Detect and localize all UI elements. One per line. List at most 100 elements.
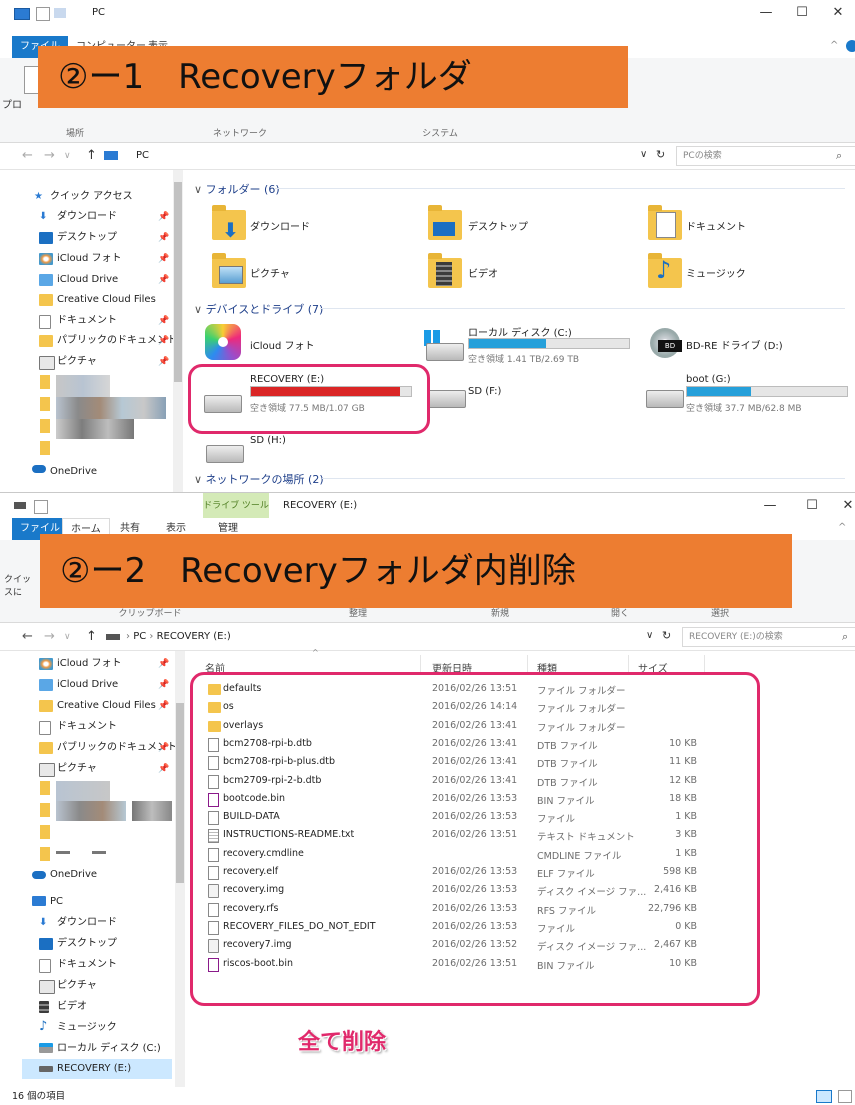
pin-icon: 📌: [158, 357, 170, 367]
address-path[interactable]: PC: [136, 150, 149, 161]
folder-icon: [39, 700, 53, 712]
pin-icon: 📌: [158, 316, 170, 326]
network-section-header[interactable]: ∨ ネットワークの場所 (2): [194, 471, 324, 487]
sd-drive-h-icon[interactable]: [206, 445, 244, 463]
back-arrow-icon[interactable]: ←: [22, 148, 33, 163]
details-view-icon[interactable]: [816, 1090, 832, 1103]
search-icon[interactable]: ⌕: [842, 630, 848, 644]
refresh-icon[interactable]: ↻: [656, 148, 665, 161]
delete-all-annotation: 全て削除: [298, 1030, 387, 1055]
forward-arrow-icon[interactable]: →: [44, 629, 55, 644]
close-button[interactable]: ✕: [820, 2, 855, 24]
back-arrow-icon[interactable]: ←: [22, 629, 33, 644]
help-icon[interactable]: [846, 40, 855, 52]
sidebar-item-icloud-drive[interactable]: iCloud Drive: [39, 676, 118, 694]
download-arrow-icon: ⬇: [39, 917, 48, 928]
sidebar-item-downloads[interactable]: ⬇ ダウンロード: [39, 208, 117, 226]
up-arrow-icon[interactable]: ↑: [86, 629, 97, 644]
sidebar-scrollbar[interactable]: [173, 170, 183, 492]
drive-c-name[interactable]: ローカル ディスク (C:): [468, 324, 572, 339]
chevron-up-icon[interactable]: ^: [830, 40, 838, 51]
sd-drive-icon[interactable]: [428, 390, 466, 408]
new-folder-icon[interactable]: [54, 8, 66, 18]
maximize-button[interactable]: ☐: [794, 495, 830, 517]
folder-videos[interactable]: ビデオ: [468, 265, 498, 280]
address-dropdown-icon[interactable]: ∨: [640, 149, 647, 160]
folder-icon: [39, 294, 53, 306]
address-dropdown-icon[interactable]: ∨: [646, 630, 653, 641]
breadcrumb-recovery[interactable]: RECOVERY (E:): [157, 631, 231, 642]
ribbon-properties-label: プロ: [2, 100, 22, 111]
minimize-button[interactable]: —: [752, 495, 788, 517]
pictures-icon: [39, 763, 55, 777]
sidebar-item-icloud-photos[interactable]: iCloud フォト: [39, 655, 122, 673]
sidebar-item-onedrive[interactable]: OneDrive: [32, 866, 97, 884]
sidebar-item-documents[interactable]: ドキュメント: [39, 718, 117, 736]
search-icon[interactable]: ⌕: [836, 149, 842, 163]
local-disk-icon[interactable]: [426, 343, 464, 361]
sidebar-item-music[interactable]: ♪ ミュージック: [39, 1019, 117, 1037]
breadcrumb-pc[interactable]: PC: [133, 631, 146, 642]
sidebar-item-creative-cloud[interactable]: Creative Cloud Files: [39, 291, 156, 309]
pin-icon: 📌: [158, 254, 170, 264]
sidebar-scrollbar[interactable]: [175, 651, 185, 1087]
sidebar-item-recovery[interactable]: RECOVERY (E:): [39, 1060, 131, 1078]
drive-h-name[interactable]: SD (H:): [250, 435, 286, 446]
address-bar: ← → ∨ ↑ › PC › RECOVERY (E:) ∨ ↻ RECOVER…: [0, 624, 855, 651]
sidebar-item-icloud-photos[interactable]: iCloud フォト: [39, 250, 122, 268]
drive-icloud-photos[interactable]: iCloud フォト: [250, 337, 315, 352]
drive-g-name[interactable]: boot (G:): [686, 374, 731, 385]
group-system: システム: [422, 129, 458, 139]
large-icons-view-icon[interactable]: [838, 1090, 852, 1103]
sidebar-item-creative-cloud[interactable]: Creative Cloud Files: [39, 697, 156, 715]
folder-icon: [39, 335, 53, 347]
sidebar-item-local-disk[interactable]: ローカル ディスク (C:): [39, 1040, 161, 1058]
sidebar-item-desktop[interactable]: デスクトップ: [39, 229, 117, 247]
folder-music[interactable]: ミュージック: [686, 265, 746, 280]
drive-f-name[interactable]: SD (F:): [468, 386, 501, 397]
ribbon-quick-access-label: クイッ スに: [4, 575, 32, 598]
folders-section-header[interactable]: ∨ フォルダー (6): [194, 181, 280, 197]
properties-icon[interactable]: [36, 7, 50, 21]
sidebar-item-videos[interactable]: ビデオ: [39, 998, 87, 1016]
search-input[interactable]: PCの検索: [676, 146, 855, 166]
pin-icon: 📌: [158, 701, 170, 711]
sidebar-item-pictures[interactable]: ピクチャ: [39, 760, 97, 778]
forward-arrow-icon[interactable]: →: [44, 148, 55, 163]
breadcrumb[interactable]: › PC › RECOVERY (E:): [126, 631, 231, 642]
sidebar-item-documents-pc[interactable]: ドキュメント: [39, 956, 117, 974]
close-button[interactable]: ✕: [830, 495, 855, 517]
drive-c-free: 空き領域 1.41 TB/2.69 TB: [468, 355, 580, 365]
folder-icon: [39, 742, 53, 754]
sidebar-item-quick-access[interactable]: ★ クイック アクセス: [34, 188, 133, 206]
sidebar-item-icloud-drive[interactable]: iCloud Drive: [39, 271, 118, 289]
folder-downloads[interactable]: ダウンロード: [250, 218, 310, 233]
recent-chevron-icon[interactable]: ∨: [64, 632, 71, 642]
properties-icon[interactable]: [34, 500, 48, 514]
sidebar-item-onedrive[interactable]: OneDrive: [32, 463, 97, 481]
documents-icon: [39, 721, 51, 735]
sidebar-item-pictures-pc[interactable]: ピクチャ: [39, 977, 97, 995]
desktop-icon: [39, 938, 53, 950]
up-arrow-icon[interactable]: ↑: [86, 148, 97, 163]
music-note-icon: ♪: [39, 1019, 48, 1034]
devices-section-header[interactable]: ∨ デバイスとドライブ (7): [194, 301, 323, 317]
navigation-pane: ★ クイック アクセス ⬇ ダウンロード デスクトップ iCloud フォト i…: [0, 170, 185, 492]
sidebar-item-pc[interactable]: PC: [32, 893, 63, 911]
maximize-button[interactable]: ☐: [784, 2, 820, 24]
sidebar-item-downloads[interactable]: ⬇ ダウンロード: [39, 914, 117, 932]
folder-pictures[interactable]: ピクチャ: [250, 265, 290, 280]
refresh-icon[interactable]: ↻: [662, 629, 671, 642]
sidebar-item-pictures[interactable]: ピクチャ: [39, 353, 97, 371]
drive-d-name[interactable]: BD-RE ドライブ (D:): [686, 337, 783, 352]
boot-drive-icon[interactable]: [646, 390, 684, 408]
folder-documents[interactable]: ドキュメント: [686, 218, 746, 233]
recent-chevron-icon[interactable]: ∨: [64, 151, 71, 161]
sort-indicator-icon: ^: [312, 648, 319, 657]
chevron-up-icon[interactable]: ^: [838, 522, 846, 533]
minimize-button[interactable]: —: [748, 2, 784, 24]
sidebar-item-desktop[interactable]: デスクトップ: [39, 935, 117, 953]
folder-desktop[interactable]: デスクトップ: [468, 218, 528, 233]
search-input[interactable]: RECOVERY (E:)の検索: [682, 627, 855, 647]
sidebar-item-documents[interactable]: ドキュメント: [39, 312, 117, 330]
